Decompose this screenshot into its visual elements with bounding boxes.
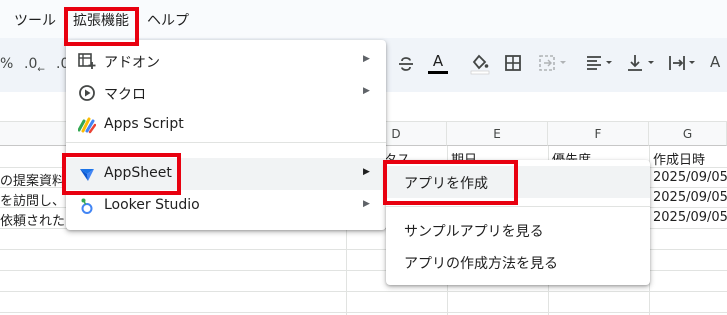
appsheet-submenu: アプリを作成 サンプルアプリを見る アプリの作成方法を見る	[386, 160, 650, 285]
menu-item-view-sample-apps[interactable]: サンプルアプリを見る	[386, 214, 650, 246]
horizontal-align-icon[interactable]	[586, 55, 614, 71]
menu-item-create-app[interactable]: アプリを作成	[386, 166, 650, 198]
submenu-arrow-icon: ▶	[363, 167, 370, 177]
cell-task-3[interactable]: 依頼された	[0, 210, 66, 229]
cell-created-2[interactable]: 2025/09/05 9	[653, 190, 727, 205]
column-header-g[interactable]: G	[649, 122, 727, 146]
menu-item-macros[interactable]: マクロ ▶	[66, 77, 386, 109]
borders-icon[interactable]	[504, 54, 522, 72]
decrease-decimal-button[interactable]: .0←	[24, 56, 45, 75]
column-header-f[interactable]: F	[548, 122, 649, 146]
cell-created-3[interactable]: 2025/09/05 9	[653, 210, 727, 225]
menu-help[interactable]: ヘルプ	[147, 10, 189, 30]
menu-divider	[386, 206, 650, 207]
menu-item-addons[interactable]: アドオン ▶	[66, 45, 386, 77]
format-percent-button[interactable]: %	[0, 56, 13, 72]
menu-item-apps-script[interactable]: Apps Script	[66, 109, 386, 141]
row-divider	[0, 312, 727, 313]
submenu-arrow-icon: ▶	[363, 86, 370, 96]
extensions-menu: アドオン ▶ マクロ ▶ Apps Script AppSheet ▶ Look…	[66, 40, 386, 230]
text-color-button[interactable]: A	[428, 52, 448, 74]
cell-task-2[interactable]: を訪問し、	[0, 190, 66, 209]
text-color-letter: A	[432, 52, 444, 70]
vertical-align-icon[interactable]	[626, 54, 656, 72]
column-header-e[interactable]: E	[447, 122, 548, 146]
apps-script-icon	[77, 116, 97, 134]
looker-studio-icon	[78, 197, 96, 215]
cell-created-1[interactable]: 2025/09/05 9	[653, 170, 727, 185]
cell-task-1[interactable]: の提案資料	[0, 170, 66, 189]
row-divider	[0, 291, 727, 292]
menu-item-label: アプリを作成	[404, 176, 488, 192]
appsheet-icon	[78, 165, 96, 183]
menu-bar: ツール 拡張機能 ヘルプ	[0, 0, 727, 38]
addon-icon	[78, 52, 96, 70]
submenu-arrow-icon: ▶	[363, 199, 370, 209]
cell-header-created-at[interactable]: 作成日時	[653, 149, 727, 168]
text-wrap-icon[interactable]	[668, 54, 698, 72]
macro-play-icon	[78, 84, 96, 102]
submenu-arrow-icon: ▶	[363, 54, 370, 64]
menu-item-label: アドオン	[104, 55, 160, 71]
text-rotation-letter: A	[710, 53, 721, 71]
text-rotation-button[interactable]: A	[710, 53, 720, 71]
menu-item-label: サンプルアプリを見る	[404, 224, 544, 240]
menu-divider	[66, 142, 386, 143]
menu-item-label: アプリの作成方法を見る	[404, 256, 558, 272]
menu-item-looker-studio[interactable]: Looker Studio ▶	[66, 190, 386, 222]
menu-item-label: マクロ	[104, 87, 146, 103]
menu-item-label: AppSheet	[104, 165, 172, 181]
strikethrough-icon[interactable]	[396, 54, 416, 74]
text-color-swatch	[428, 71, 448, 74]
menu-extensions[interactable]: 拡張機能	[73, 10, 129, 30]
decrease-decimal-label: .0	[24, 56, 38, 72]
fill-color-icon[interactable]	[470, 53, 490, 75]
merge-cells-icon[interactable]	[538, 54, 568, 72]
menu-item-label: Apps Script	[104, 116, 184, 132]
menu-item-view-how-to-create[interactable]: アプリの作成方法を見る	[386, 246, 650, 278]
menu-item-label: Looker Studio	[104, 197, 200, 213]
menu-item-appsheet[interactable]: AppSheet ▶	[66, 158, 386, 190]
menu-tools[interactable]: ツール	[14, 10, 56, 30]
